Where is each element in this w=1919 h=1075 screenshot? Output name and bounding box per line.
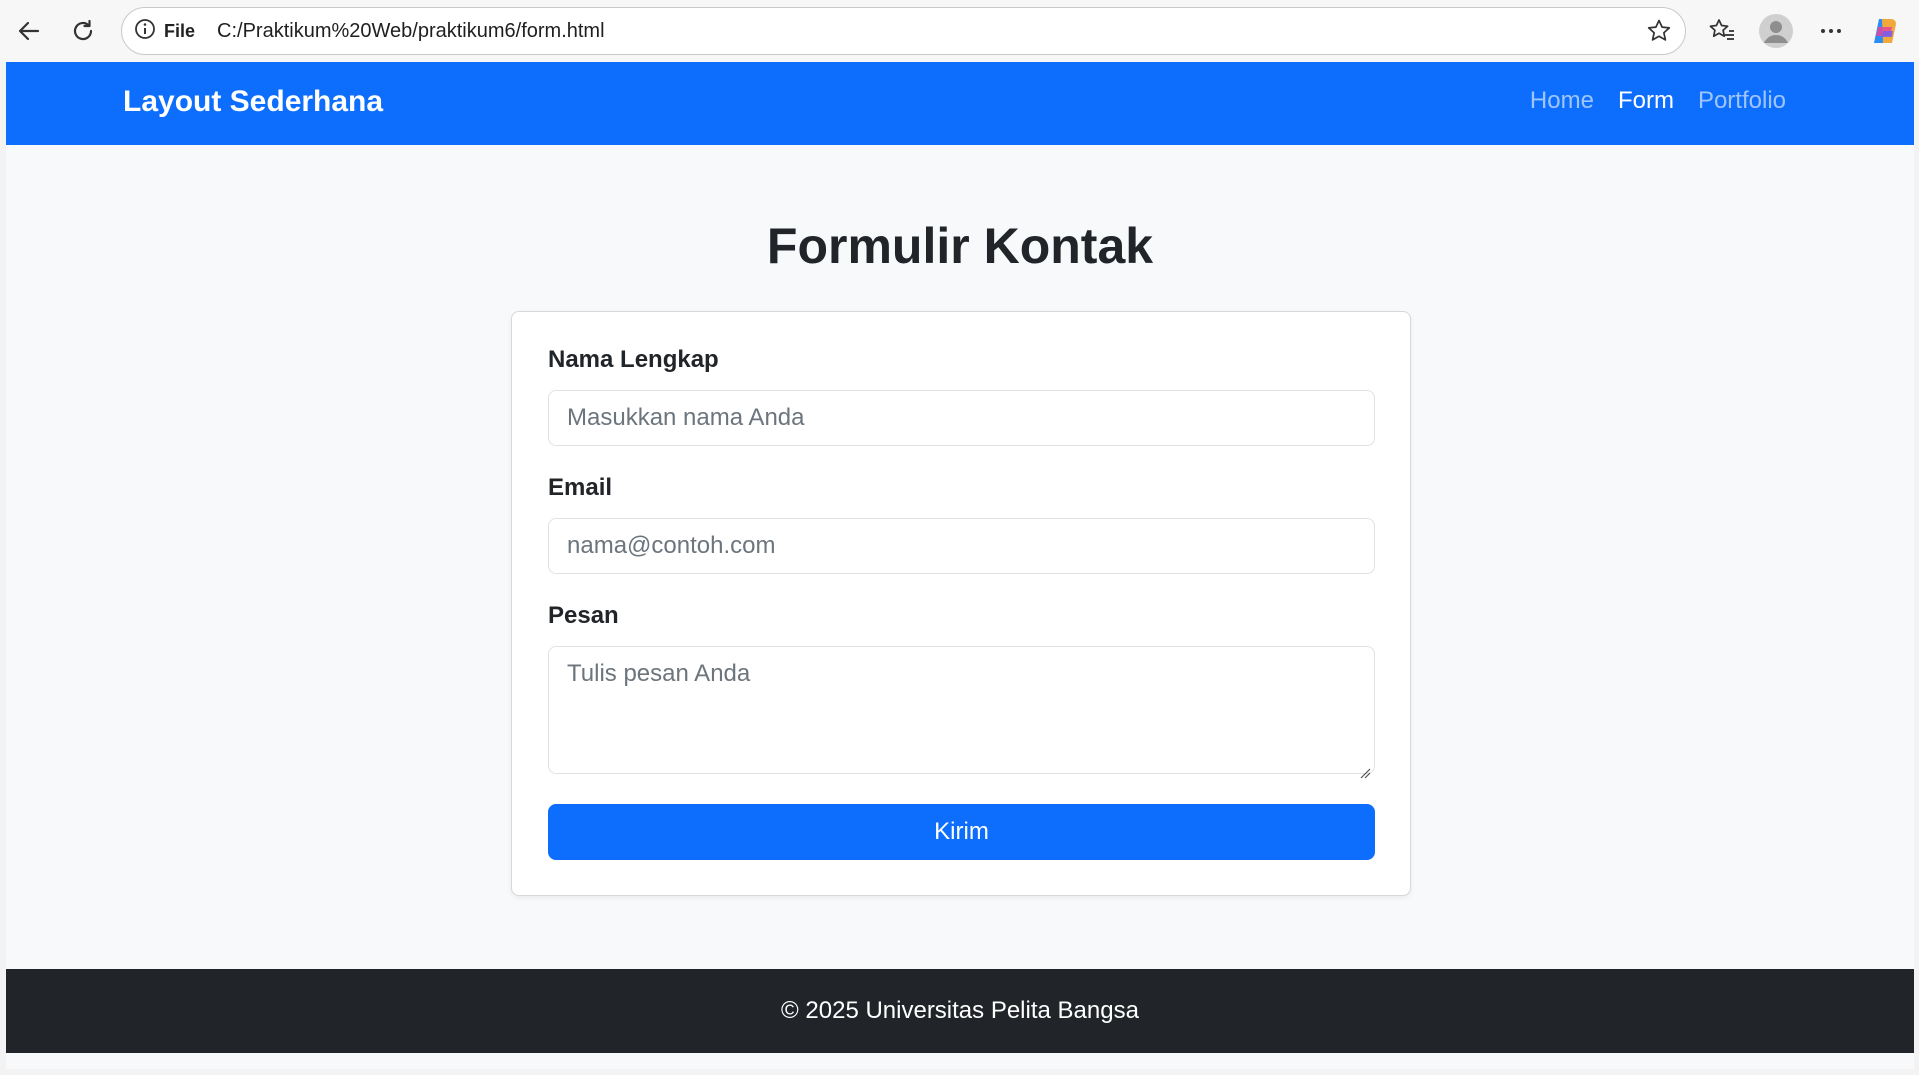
- back-arrow-icon[interactable]: [10, 12, 48, 50]
- file-label: File: [164, 20, 196, 41]
- address-bar[interactable]: File C:/Praktikum%20Web/praktikum6/form.…: [121, 7, 1686, 55]
- nav-links: Home Form Portfolio: [1530, 87, 1786, 115]
- message-placeholder: Tulis pesan Anda: [567, 660, 751, 687]
- nav-link-portfolio[interactable]: Portfolio: [1698, 87, 1786, 115]
- email-label: Email: [548, 474, 613, 501]
- more-icon[interactable]: [1812, 12, 1850, 50]
- star-icon[interactable]: [1645, 17, 1673, 45]
- resize-grip-icon[interactable]: [1359, 758, 1371, 779]
- message-textarea[interactable]: Tulis pesan Anda: [548, 646, 1375, 779]
- url-text[interactable]: C:/Praktikum%20Web/praktikum6/form.html: [217, 20, 605, 43]
- message-label: Pesan: [548, 602, 619, 629]
- submit-button[interactable]: Kirim: [548, 804, 1375, 860]
- nav-link-home[interactable]: Home: [1530, 87, 1594, 115]
- browser-toolbar: File C:/Praktikum%20Web/praktikum6/form.…: [0, 0, 1919, 62]
- page-title: Formulir Kontak: [766, 218, 1154, 274]
- email-input[interactable]: nama@contoh.com: [548, 518, 1375, 574]
- info-icon[interactable]: [134, 18, 156, 45]
- profile-icon[interactable]: [1757, 12, 1795, 50]
- nav-link-form[interactable]: Form: [1618, 87, 1674, 115]
- contact-form-card: Nama Lengkap Masukkan nama Anda Email na…: [511, 311, 1411, 896]
- favorites-icon[interactable]: [1703, 12, 1741, 50]
- navbar: Layout Sederhana Home Form Portfolio: [6, 62, 1914, 145]
- reload-icon[interactable]: [64, 12, 102, 50]
- page-viewport: Layout Sederhana Home Form Portfolio For…: [6, 62, 1914, 1069]
- name-label: Nama Lengkap: [548, 346, 719, 373]
- footer: © 2025 Universitas Pelita Bangsa: [6, 969, 1914, 1053]
- footer-text: © 2025 Universitas Pelita Bangsa: [781, 997, 1139, 1024]
- name-input[interactable]: Masukkan nama Anda: [548, 390, 1375, 446]
- navbar-brand[interactable]: Layout Sederhana: [123, 85, 383, 119]
- copilot-icon[interactable]: [1866, 12, 1904, 50]
